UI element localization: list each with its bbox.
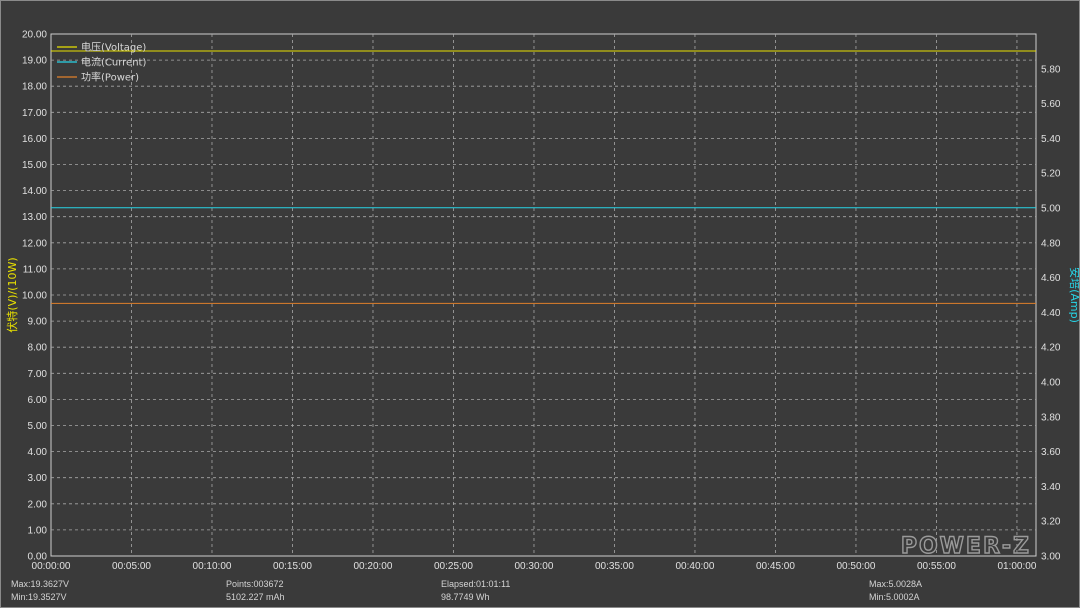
left-tick-label: 7.00: [28, 369, 48, 380]
left-tick-label: 10.00: [22, 291, 47, 302]
left-tick-label: 14.00: [22, 186, 47, 197]
x-tick-label: 00:50:00: [836, 561, 875, 572]
right-tick-label: 3.40: [1041, 482, 1061, 493]
left-tick-label: 3.00: [28, 473, 48, 484]
left-tick-label: 9.00: [28, 317, 48, 328]
right-tick-label: 4.80: [1041, 238, 1061, 249]
x-tick-label: 00:40:00: [675, 561, 714, 572]
energy-wh: 98.7749 Wh: [441, 592, 490, 602]
left-tick-label: 13.00: [22, 212, 47, 223]
points-count: Points:003672: [226, 579, 284, 589]
left-tick-label: 19.00: [22, 56, 47, 67]
capacity-mah: 5102.227 mAh: [226, 592, 285, 602]
stats-bar: Max:19.3627V Min:19.3527V Points:003672 …: [1, 577, 1079, 607]
max-current: Max:5.0028A: [869, 579, 923, 589]
left-tick-label: 12.00: [22, 238, 47, 249]
right-tick-label: 5.60: [1041, 99, 1061, 110]
x-tick-label: 00:15:00: [273, 561, 312, 572]
min-voltage: Min:19.3527V: [11, 592, 67, 602]
elapsed-time: Elapsed:01:01:11: [441, 579, 511, 589]
left-tick-label: 20.00: [22, 30, 47, 41]
power-z-logo: POWER-Z: [901, 534, 1031, 559]
right-tick-label: 3.60: [1041, 447, 1061, 458]
right-tick-label: 5.20: [1041, 169, 1061, 180]
left-tick-label: 5.00: [28, 421, 48, 432]
x-axis-ticks: 00:00:00 00:05:00 00:10:00 00:15:00 00:20:00…: [32, 561, 1037, 572]
left-tick-label: 15.00: [22, 160, 47, 171]
max-voltage: Max:19.3627V: [11, 579, 70, 589]
power-chart: 0.001.002.003.004.005.006.007.008.009.00…: [5, 30, 1079, 573]
left-tick-label: 1.00: [28, 525, 48, 536]
x-tick-label: 00:45:00: [756, 561, 795, 572]
left-tick-label: 16.00: [22, 134, 47, 145]
right-tick-label: 3.80: [1041, 412, 1061, 423]
left-tick-label: 6.00: [28, 395, 48, 406]
x-tick-label: 00:25:00: [434, 561, 473, 572]
right-tick-label: 3.00: [1041, 552, 1061, 563]
left-tick-label: 11.00: [23, 264, 48, 275]
right-tick-label: 5.80: [1041, 64, 1061, 75]
right-tick-label: 4.00: [1041, 378, 1061, 389]
right-axis-label: 安培(Amp): [1068, 267, 1079, 323]
x-tick-label: 00:30:00: [515, 561, 554, 572]
left-axis-ticks: 0.001.002.003.004.005.006.007.008.009.00…: [22, 30, 47, 563]
power-z-app: 0.00 1.00 2.00 3.00 4.00 5.00 6.00 7.00 8.00 9.00…: [0, 0, 1080, 608]
right-tick-label: 4.60: [1041, 273, 1061, 284]
right-tick-label: 5.00: [1041, 204, 1061, 215]
x-tick-label: 00:10:00: [193, 561, 232, 572]
left-tick-label: 8.00: [28, 343, 48, 354]
x-tick-label: 00:35:00: [595, 561, 634, 572]
x-tick-label: 00:00:00: [32, 561, 71, 572]
legend-label: 电压(Voltage): [81, 41, 146, 54]
right-tick-label: 4.40: [1041, 308, 1061, 319]
left-tick-label: 4.00: [28, 447, 48, 458]
legend-label: 功率(Power): [81, 71, 139, 84]
left-axis-label: 伏特(V)/(10W): [5, 257, 19, 332]
right-tick-label: 4.20: [1041, 343, 1061, 354]
min-current: Min:5.0002A: [869, 592, 920, 602]
x-tick-label: 00:55:00: [917, 561, 956, 572]
legend-label: 电流(Current): [81, 56, 146, 69]
left-tick-label: 2.00: [28, 499, 48, 510]
right-tick-label: 3.20: [1041, 517, 1061, 528]
left-tick-label: 18.00: [22, 82, 47, 93]
x-tick-label: 01:00:00: [997, 561, 1036, 572]
x-tick-label: 00:05:00: [112, 561, 151, 572]
legend: 电压(Voltage) 电流(Current) 功率(Power): [57, 41, 146, 84]
right-axis-ticks: 3.00 3.20 3.40 3.60 3.80 4.00 4.20 4.40 4.60 4.80…: [1041, 64, 1061, 562]
right-tick-label: 5.40: [1041, 134, 1061, 145]
left-tick-label: 17.00: [22, 108, 47, 119]
x-tick-label: 00:20:00: [354, 561, 393, 572]
